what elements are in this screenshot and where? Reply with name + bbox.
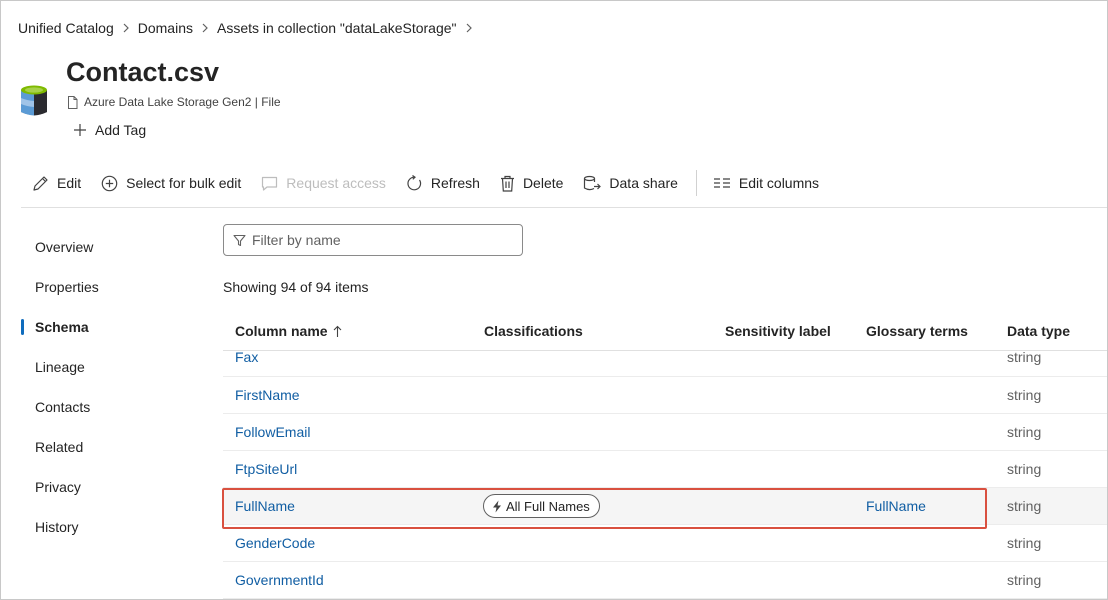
data-type-cell: string	[1007, 387, 1042, 403]
filter-input[interactable]	[252, 232, 502, 248]
column-name-link[interactable]: GenderCode	[235, 535, 315, 551]
table-row: FirstName string	[223, 377, 1107, 414]
asset-subtitle: Azure Data Lake Storage Gen2 | File	[67, 95, 281, 109]
columns-icon	[713, 176, 731, 190]
table-row: FollowEmail string	[223, 414, 1107, 451]
plus-icon	[73, 123, 87, 137]
refresh-label: Refresh	[430, 175, 480, 191]
data-type-cell: string	[1007, 535, 1042, 551]
edit-columns-button[interactable]: Edit columns	[713, 175, 819, 191]
nav-item-overview[interactable]: Overview	[21, 227, 181, 267]
edit-button[interactable]: Edit	[32, 175, 81, 192]
table-row: GovernmentId string	[223, 562, 1107, 599]
nav-item-label: Privacy	[35, 479, 81, 495]
nav-item-history[interactable]: History	[21, 507, 181, 547]
nav-item-contacts[interactable]: Contacts	[21, 387, 181, 427]
toolbar-divider	[695, 170, 697, 196]
chevron-right-icon	[465, 23, 473, 33]
filter-icon	[233, 234, 246, 247]
edit-label: Edit	[57, 175, 82, 191]
classification-tag[interactable]: All Full Names	[483, 494, 600, 518]
table-row: FtpSiteUrl string	[223, 451, 1107, 488]
column-name-link[interactable]: FollowEmail	[235, 424, 310, 440]
data-type-cell: string	[1007, 572, 1042, 588]
delete-label: Delete	[522, 175, 564, 191]
column-name-link[interactable]: FtpSiteUrl	[235, 461, 297, 477]
left-nav: Overview Properties Schema Lineage Conta…	[21, 227, 181, 547]
breadcrumb-collection[interactable]: Assets in collection "dataLakeStorage"	[217, 20, 457, 36]
column-header-name[interactable]: Column name	[235, 323, 342, 339]
asset-type-label: Azure Data Lake Storage Gen2 | File	[84, 95, 281, 109]
column-header-data-type[interactable]: Data type	[1007, 323, 1070, 339]
request-access-button[interactable]: Request access	[261, 175, 386, 192]
table-row-selected[interactable]: FullName All Full Names FullName string	[223, 488, 1107, 525]
breadcrumb: Unified Catalog Domains Assets in collec…	[18, 18, 481, 38]
nav-item-properties[interactable]: Properties	[21, 267, 181, 307]
chevron-right-icon	[122, 23, 130, 33]
nav-item-lineage[interactable]: Lineage	[21, 347, 181, 387]
glossary-term-link[interactable]: FullName	[866, 498, 926, 514]
nav-item-schema[interactable]: Schema	[21, 307, 181, 347]
request-access-label: Request access	[286, 175, 386, 191]
toolbar-separator	[21, 207, 1107, 208]
data-type-cell: string	[1007, 461, 1042, 477]
app-frame: Unified Catalog Domains Assets in collec…	[0, 0, 1108, 600]
add-tag-label: Add Tag	[95, 122, 147, 138]
delete-button[interactable]: Delete	[500, 175, 563, 192]
data-type-cell: string	[1007, 349, 1042, 365]
toolbar: Edit Select for bulk edit Request access…	[32, 170, 839, 196]
chevron-right-icon	[201, 23, 209, 33]
column-header-glossary[interactable]: Glossary terms	[866, 323, 968, 339]
file-icon	[67, 95, 78, 109]
refresh-icon	[406, 174, 423, 192]
bulk-edit-button[interactable]: Select for bulk edit	[101, 175, 241, 192]
nav-item-label: Schema	[35, 319, 89, 335]
nav-item-related[interactable]: Related	[21, 427, 181, 467]
nav-item-label: Lineage	[35, 359, 85, 375]
lightning-icon	[492, 500, 502, 513]
classification-label: All Full Names	[506, 498, 590, 514]
filter-box[interactable]	[223, 224, 523, 256]
data-type-cell: string	[1007, 498, 1042, 514]
pencil-icon	[32, 175, 49, 192]
column-name-link[interactable]: FullName	[235, 498, 295, 514]
column-header-label: Column name	[235, 323, 328, 339]
edit-columns-label: Edit columns	[738, 175, 820, 191]
nav-item-label: Properties	[35, 279, 99, 295]
nav-item-privacy[interactable]: Privacy	[21, 467, 181, 507]
column-name-link[interactable]: FirstName	[235, 387, 300, 403]
column-name-link[interactable]: GovernmentId	[235, 572, 324, 588]
column-name-link[interactable]: Fax	[235, 349, 258, 365]
add-tag-button[interactable]: Add Tag	[73, 122, 146, 138]
trash-icon	[500, 175, 515, 192]
breadcrumb-domains[interactable]: Domains	[138, 20, 193, 36]
nav-item-label: Related	[35, 439, 84, 455]
item-count: Showing 94 of 94 items	[223, 279, 369, 295]
refresh-button[interactable]: Refresh	[406, 174, 480, 192]
breadcrumb-unified-catalog[interactable]: Unified Catalog	[18, 20, 114, 36]
data-share-button[interactable]: Data share	[583, 175, 678, 192]
chat-icon	[261, 175, 278, 192]
data-type-cell: string	[1007, 424, 1042, 440]
table-row: GenderCode string	[223, 525, 1107, 562]
arrow-up-icon	[333, 325, 342, 338]
nav-item-label: History	[35, 519, 79, 535]
column-header-sensitivity[interactable]: Sensitivity label	[725, 323, 831, 339]
storage-database-icon	[20, 84, 48, 118]
data-share-label: Data share	[609, 175, 678, 191]
add-circle-icon	[101, 175, 118, 192]
page-title: Contact.csv	[66, 57, 220, 87]
column-header-classifications[interactable]: Classifications	[484, 323, 583, 339]
table-row: Fax string	[223, 339, 1107, 377]
nav-item-label: Contacts	[35, 399, 91, 415]
bulk-edit-label: Select for bulk edit	[126, 175, 242, 191]
database-share-icon	[583, 175, 602, 192]
nav-item-label: Overview	[35, 239, 94, 255]
